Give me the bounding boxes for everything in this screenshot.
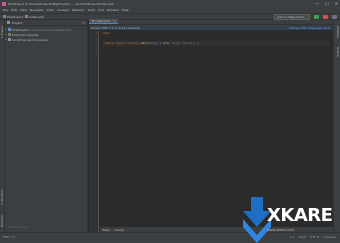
- xkare-logo: XKARE www.xkare.com: [243, 197, 335, 243]
- menu-refactor[interactable]: Refactor: [72, 8, 85, 12]
- line-number: 2: [95, 37, 97, 40]
- tool-tab-sciview[interactable]: SciView: [335, 44, 340, 60]
- editor-tab-label: index.php: [95, 19, 110, 23]
- scratches-icon: [8, 38, 11, 41]
- tree-item-label: External Libraries: [12, 32, 39, 37]
- php-level-banner: Project PHP 7.0 (7.0.31) selected Change…: [89, 25, 333, 30]
- php-file-icon: [24, 15, 28, 18]
- menu-vcs[interactable]: VCS: [98, 8, 104, 12]
- line-number: 1: [95, 32, 97, 35]
- logo-url: www.xkare.com: [267, 228, 294, 232]
- folder-icon: [3, 15, 6, 18]
- code-line[interactable]: [102, 51, 330, 56]
- code-editor[interactable]: <?php public static function main($args)…: [102, 31, 330, 56]
- menu-window[interactable]: Window: [107, 8, 119, 12]
- line-number: 5: [95, 52, 97, 55]
- navigation-bar: PhpProject index.php Add Configuration..…: [0, 13, 340, 20]
- module-folder-icon: [8, 28, 11, 31]
- breadcrumb: PhpProject index.php: [0, 15, 44, 19]
- library-icon: [8, 33, 11, 36]
- menu-file[interactable]: File: [3, 8, 8, 12]
- breadcrumb-method[interactable]: main(): [114, 228, 124, 232]
- line-number: 3: [95, 42, 97, 45]
- line-number: 4: [95, 47, 97, 50]
- logo-text: XKARE: [267, 205, 333, 226]
- php-file-icon: [92, 20, 94, 22]
- minimize-button[interactable]: —: [315, 0, 319, 7]
- debug-icon[interactable]: [323, 15, 328, 19]
- editor-tab-index-php[interactable]: index.php ✕: [89, 19, 119, 24]
- app-icon: [2, 1, 6, 6]
- line-number-gutter: 1 2 3 4 5: [89, 31, 99, 232]
- menu-analyze[interactable]: Analyze: [57, 8, 69, 12]
- menu-code[interactable]: Code: [46, 8, 54, 12]
- project-panel: Project ⚙ ▾ PhpProject C:\Users\Project1…: [5, 20, 88, 232]
- run-icon[interactable]: [314, 15, 319, 19]
- window-controls: — ☐ ✕: [315, 0, 338, 7]
- close-button[interactable]: ✕: [335, 0, 338, 7]
- close-tab-icon[interactable]: ✕: [113, 19, 116, 23]
- tree-item-label: Scratches and Consoles: [12, 37, 48, 42]
- tool-tab-database[interactable]: Database: [335, 23, 340, 41]
- project-panel-title[interactable]: Project: [12, 21, 22, 25]
- menu-edit[interactable]: Edit: [11, 8, 17, 12]
- breadcrumb-project[interactable]: PhpProject: [3, 15, 23, 19]
- breadcrumb-file[interactable]: index.php: [24, 15, 44, 19]
- banner-text: Project PHP 7.0 (7.0.31) selected: [91, 25, 141, 30]
- folder-icon: [7, 21, 10, 24]
- menu-help[interactable]: Help: [122, 8, 129, 12]
- search-icon[interactable]: [332, 15, 337, 19]
- php-version-status[interactable]: PHP 7.0: [3, 235, 15, 239]
- breadcrumb-class[interactable]: \Main: [102, 228, 110, 232]
- tree-item-scratches[interactable]: ▸ Scratches and Consoles: [5, 37, 87, 42]
- menu-tools[interactable]: Tools: [88, 8, 95, 12]
- watermark-text: FileHorse.com: [8, 225, 30, 229]
- tree-item-path: C:\Users\Project1\PhpProject: [28, 27, 72, 32]
- project-tree: ▾ PhpProject C:\Users\Project1\PhpProjec…: [5, 26, 87, 42]
- menu-navigate[interactable]: Navigate: [30, 8, 43, 12]
- change-language-level-link[interactable]: Change PHP language level: [289, 26, 330, 30]
- menu-view[interactable]: View: [20, 8, 27, 12]
- gear-icon[interactable]: ⚙: [82, 20, 85, 26]
- maximize-button[interactable]: ☐: [325, 0, 329, 7]
- title-bar: PhpProject [C:\Users\Project1\PhpProject…: [0, 0, 340, 7]
- window-title: PhpProject [C:\Users\Project1\PhpProject…: [8, 1, 114, 6]
- tree-item-label: PhpProject: [12, 27, 28, 32]
